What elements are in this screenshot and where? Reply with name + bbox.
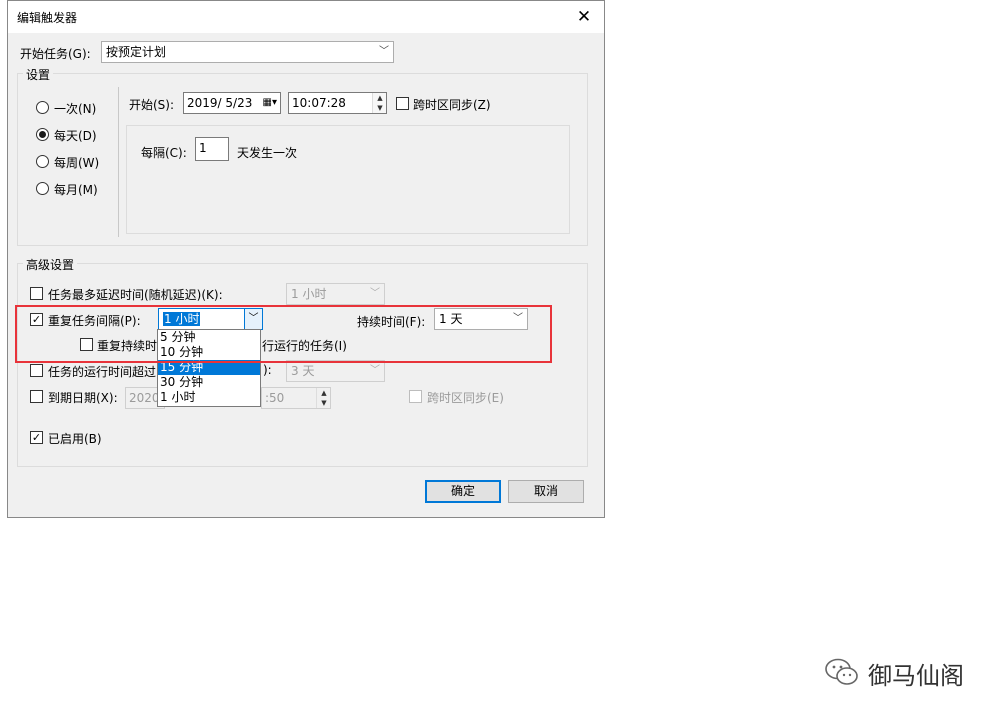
chevron-down-icon: ﹀ xyxy=(370,288,380,299)
spin-down-icon[interactable]: ▼ xyxy=(373,103,386,113)
sync-timezone-label[interactable]: 跨时区同步(Z) xyxy=(413,96,491,113)
enabled-label[interactable]: 已启用(B) xyxy=(48,430,102,447)
advanced-group-label: 高级设置 xyxy=(23,256,78,273)
dialog-title: 编辑触发器 xyxy=(17,11,78,25)
stop-if-runs-select[interactable]: 3 天 ﹀ xyxy=(286,360,385,382)
delay-select[interactable]: 1 小时 ﹀ xyxy=(286,283,385,305)
expire-time-field[interactable]: :50 ▲ ▼ xyxy=(261,387,331,409)
recur-days-field[interactable]: 1 xyxy=(195,137,229,161)
start-date-picker[interactable]: 2019/ 5/23 ▦▾ xyxy=(183,92,281,114)
expire-sync-label[interactable]: 跨时区同步(E) xyxy=(427,389,504,406)
radio-daily[interactable] xyxy=(36,128,49,141)
settings-group-label: 设置 xyxy=(23,66,54,83)
start-label: 开始(S): xyxy=(129,98,175,112)
stop-if-runs-checkbox[interactable] xyxy=(30,364,43,377)
dropdown-option-1hour[interactable]: 1 小时 xyxy=(158,390,260,405)
start-date-value: 2019/ 5/23 xyxy=(187,96,253,110)
spin-down-icon[interactable]: ▼ xyxy=(317,398,330,408)
expire-time-spinner[interactable]: ▲ ▼ xyxy=(316,388,330,408)
title-bar: 编辑触发器 ✕ xyxy=(8,1,604,33)
ok-button[interactable]: 确定 xyxy=(425,480,501,503)
stop-if-runs-label-left[interactable]: 任务的运行时间超过 xyxy=(48,363,156,380)
chevron-down-icon: ﹀ xyxy=(370,365,380,376)
radio-weekly-label[interactable]: 每周(W) xyxy=(54,154,99,171)
expire-time-value: :50 xyxy=(265,391,285,405)
recur-label: 每隔(C): xyxy=(141,146,187,160)
expire-checkbox[interactable] xyxy=(30,390,43,403)
spin-up-icon[interactable]: ▲ xyxy=(317,388,330,398)
recurrence-panel xyxy=(126,125,570,234)
expire-sync-checkbox[interactable] xyxy=(409,390,422,403)
radio-daily-label[interactable]: 每天(D) xyxy=(54,127,97,144)
calendar-icon[interactable]: ▦▾ xyxy=(263,93,277,113)
recur-suffix: 天发生一次 xyxy=(237,146,298,160)
stop-if-runs-label-right: ): xyxy=(263,363,272,377)
stop-if-runs-value: 3 天 xyxy=(291,364,315,378)
start-time-value: 10:07:28 xyxy=(292,96,346,110)
delay-value: 1 小时 xyxy=(291,287,327,301)
watermark-text: 御马仙阁 xyxy=(868,662,964,690)
radio-weekly[interactable] xyxy=(36,155,49,168)
expire-label[interactable]: 到期日期(X): xyxy=(48,389,118,406)
enabled-checkbox[interactable]: ✓ xyxy=(30,431,43,444)
cancel-button[interactable]: 取消 xyxy=(508,480,584,503)
radio-once[interactable] xyxy=(36,101,49,114)
radio-once-label[interactable]: 一次(N) xyxy=(54,100,96,117)
delay-checkbox[interactable] xyxy=(30,287,43,300)
begin-task-label: 开始任务(G): xyxy=(20,47,91,61)
wechat-icon xyxy=(824,657,860,687)
highlight-annotation-box xyxy=(15,305,552,363)
time-spinner[interactable]: ▲ ▼ xyxy=(372,93,386,113)
radio-monthly-label[interactable]: 每月(M) xyxy=(54,181,98,198)
begin-task-select[interactable]: 按预定计划 ﹀ xyxy=(101,41,394,63)
delay-label[interactable]: 任务最多延迟时间(随机延迟)(K): xyxy=(48,286,223,303)
start-time-field[interactable]: 10:07:28 ▲ ▼ xyxy=(288,92,387,114)
settings-divider xyxy=(118,87,119,237)
spin-up-icon[interactable]: ▲ xyxy=(373,93,386,103)
edit-trigger-dialog: 编辑触发器 ✕ 开始任务(G): 按预定计划 ﹀ 设置 一次(N) 每天(D) … xyxy=(7,0,605,518)
sync-timezone-checkbox[interactable] xyxy=(396,97,409,110)
dropdown-option-30min[interactable]: 30 分钟 xyxy=(158,375,260,390)
close-icon[interactable]: ✕ xyxy=(568,3,600,31)
chevron-down-icon: ﹀ xyxy=(379,46,389,57)
begin-task-value: 按预定计划 xyxy=(106,45,167,59)
recur-days-value: 1 xyxy=(199,141,207,155)
radio-monthly[interactable] xyxy=(36,182,49,195)
